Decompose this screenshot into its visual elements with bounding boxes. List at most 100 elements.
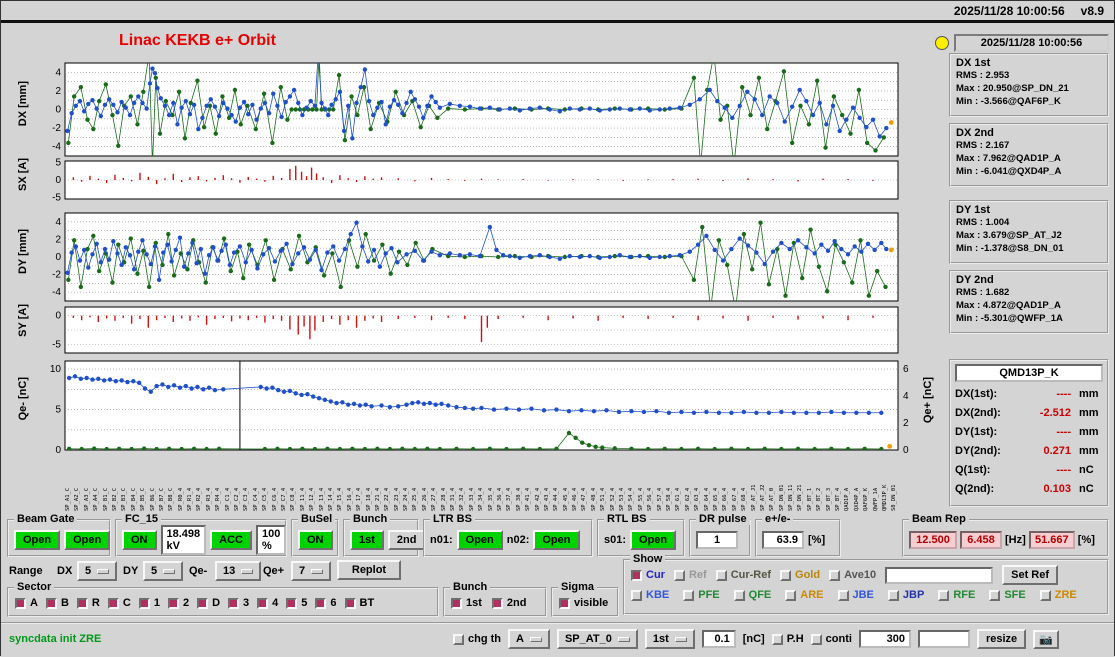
bpm-label: SP_66_4 bbox=[722, 453, 728, 511]
bpm-label: SP_14_4 bbox=[328, 453, 334, 511]
sector-checkbox-6[interactable]: 6 bbox=[315, 597, 336, 609]
bpm-label: SP_16_4 bbox=[347, 453, 353, 511]
show-jbe-checkbox[interactable]: JBE bbox=[838, 589, 874, 601]
stat-dx-2nd: DX 2nd RMS : 2.167 Max : 7.962@QAD1P_A M… bbox=[949, 123, 1109, 187]
sector-checkbox-bt[interactable]: BT bbox=[345, 597, 375, 609]
titlebar: 2025/11/28 10:00:56 v8.9 bbox=[1, 1, 1114, 23]
bunch-2nd-button[interactable]: 2nd bbox=[388, 530, 426, 550]
sector-checkbox-4[interactable]: 4 bbox=[257, 597, 278, 609]
ltr-n02-open-button[interactable]: Open bbox=[533, 530, 579, 550]
range-dx-dropdown[interactable]: 5 bbox=[77, 561, 117, 581]
bpm-label: SP_52_4 bbox=[610, 453, 616, 511]
bpm-label: S8_DN_01 bbox=[891, 453, 897, 511]
bunch-select-group: Bunch 1st 2nd bbox=[443, 587, 547, 617]
bpm-label: SP_B3_C bbox=[121, 453, 127, 511]
range-dy-dropdown[interactable]: 5 bbox=[143, 561, 183, 581]
ltr-n01-open-button[interactable]: Open bbox=[457, 530, 503, 550]
sector-checkbox-1[interactable]: 1 bbox=[139, 597, 160, 609]
checkbox-indicator bbox=[492, 598, 503, 609]
range-qe-plus-dropdown[interactable]: 7 bbox=[291, 561, 331, 581]
bpm-label: SP_28_4 bbox=[441, 453, 447, 511]
checkbox-indicator bbox=[938, 590, 949, 601]
svg-text:5: 5 bbox=[55, 158, 61, 169]
sy-steering-plot[interactable]: 0-5 bbox=[20, 302, 933, 363]
range-qe-minus-dropdown[interactable]: 13 bbox=[215, 561, 261, 581]
fc15-on-button[interactable]: ON bbox=[122, 530, 157, 550]
bunch-1st-checkbox[interactable]: 1st bbox=[451, 597, 482, 609]
charge-plot[interactable]: 10506420 bbox=[20, 356, 933, 460]
sector-checkbox-a[interactable]: A bbox=[15, 597, 38, 609]
bpm-label: QAF6P_K bbox=[863, 453, 869, 511]
sector-checkbox-d[interactable]: D bbox=[197, 597, 220, 609]
beam-gate-open1-button[interactable]: Open bbox=[14, 530, 60, 550]
show-rfe-checkbox[interactable]: RFE bbox=[938, 589, 975, 601]
screenshot-button[interactable]: 📷 bbox=[1033, 630, 1059, 649]
bpm-label: QXD4P_A bbox=[854, 453, 860, 511]
ref-file-input[interactable] bbox=[885, 567, 993, 584]
show-zre-checkbox[interactable]: ZRE bbox=[1040, 589, 1077, 601]
stat-dy-1st: DY 1st RMS : 1.004 Max : 3.679@SP_AT_J2 … bbox=[949, 200, 1109, 264]
rtl-s01-open-button[interactable]: Open bbox=[630, 530, 676, 550]
set-ref-button[interactable]: Set Ref bbox=[1002, 565, 1058, 585]
checkbox-indicator bbox=[451, 598, 462, 609]
show-cur-checkbox[interactable]: Cur bbox=[631, 569, 665, 581]
svg-text:4: 4 bbox=[55, 67, 61, 78]
show-cur-ref-checkbox[interactable]: Cur-Ref bbox=[716, 569, 771, 581]
sector-checkbox-b[interactable]: B bbox=[46, 597, 69, 609]
sector-checkbox-c[interactable]: C bbox=[108, 597, 131, 609]
checkbox-indicator bbox=[345, 598, 356, 609]
sigma-visible-checkbox[interactable]: visible bbox=[559, 597, 608, 609]
threshold-unit: [nC] bbox=[743, 633, 765, 645]
show-ave10-checkbox[interactable]: Ave10 bbox=[829, 569, 876, 581]
stat-max: Max : 7.962@QAD1P_A bbox=[956, 152, 1102, 165]
spare-input[interactable] bbox=[918, 630, 970, 648]
bpm-label: SP_37_4 bbox=[506, 453, 512, 511]
bpm-label: SP_11_4 bbox=[300, 453, 306, 511]
ltr-n01-label: n01: bbox=[430, 534, 453, 546]
resize-button[interactable]: resize bbox=[977, 629, 1026, 649]
checkbox-indicator bbox=[631, 590, 642, 601]
show-pfe-checkbox[interactable]: PFE bbox=[683, 589, 719, 601]
show-are-checkbox[interactable]: ARE bbox=[785, 589, 823, 601]
bunch-select-dropdown[interactable]: 1st bbox=[645, 629, 695, 649]
sector-checkbox-r[interactable]: R bbox=[77, 597, 100, 609]
svg-text:0: 0 bbox=[903, 445, 909, 455]
bunch-1st-button[interactable]: 1st bbox=[350, 530, 384, 550]
ph-checkbox[interactable]: P.H bbox=[772, 633, 804, 645]
show-ref-checkbox[interactable]: Ref bbox=[674, 569, 707, 581]
show-jbp-checkbox[interactable]: JBP bbox=[888, 589, 924, 601]
stat-rms: RMS : 1.682 bbox=[956, 286, 1102, 299]
show-qfe-checkbox[interactable]: QFE bbox=[734, 589, 772, 601]
conti-checkbox[interactable]: conti bbox=[811, 633, 852, 645]
replot-button[interactable]: Replot bbox=[337, 560, 401, 580]
sector-select-dropdown[interactable]: A bbox=[508, 629, 550, 649]
sector-checkbox-2[interactable]: 2 bbox=[168, 597, 189, 609]
sx-steering-plot[interactable]: 50-5 bbox=[20, 156, 933, 209]
dy-orbit-plot[interactable]: 420-2-4 bbox=[20, 208, 933, 311]
dx-orbit-plot[interactable]: 420-2-4 bbox=[20, 58, 933, 166]
bpm-label: SP_17_4 bbox=[356, 453, 362, 511]
threshold-input[interactable] bbox=[702, 630, 736, 648]
bpm-label: QAD1P_A bbox=[844, 453, 850, 511]
sector-checkbox-3[interactable]: 3 bbox=[228, 597, 249, 609]
checkbox-indicator bbox=[559, 598, 570, 609]
sector-checkbox-5[interactable]: 5 bbox=[286, 597, 307, 609]
show-kbe-checkbox[interactable]: KBE bbox=[631, 589, 669, 601]
dr-pulse-input[interactable] bbox=[696, 531, 738, 549]
stat-rms: RMS : 2.167 bbox=[956, 139, 1102, 152]
monitor-name-field[interactable]: QMD13P_K bbox=[955, 364, 1103, 382]
fc15-acc-button[interactable]: ACC bbox=[210, 530, 252, 550]
bpm-label: SP_B7_C bbox=[159, 453, 165, 511]
stat-dx-1st: DX 1st RMS : 2.953 Max : 20.950@SP_DN_21… bbox=[949, 53, 1109, 117]
beam-gate-open2-button[interactable]: Open bbox=[64, 530, 110, 550]
monitor-select-dropdown[interactable]: SP_AT_0 bbox=[557, 629, 638, 649]
bunch-2nd-checkbox[interactable]: 2nd bbox=[492, 597, 527, 609]
busel-on-button[interactable]: ON bbox=[298, 530, 333, 550]
bpm-label: SP_B1_C bbox=[103, 453, 109, 511]
svg-text:-2: -2 bbox=[52, 270, 61, 281]
show-gold-checkbox[interactable]: Gold bbox=[780, 569, 820, 581]
chg-th-checkbox[interactable]: chg th bbox=[453, 633, 501, 645]
show-sfe-checkbox[interactable]: SFE bbox=[989, 589, 1025, 601]
bpm-label: QWFP_1A bbox=[873, 453, 879, 511]
interval-input[interactable] bbox=[859, 630, 911, 648]
